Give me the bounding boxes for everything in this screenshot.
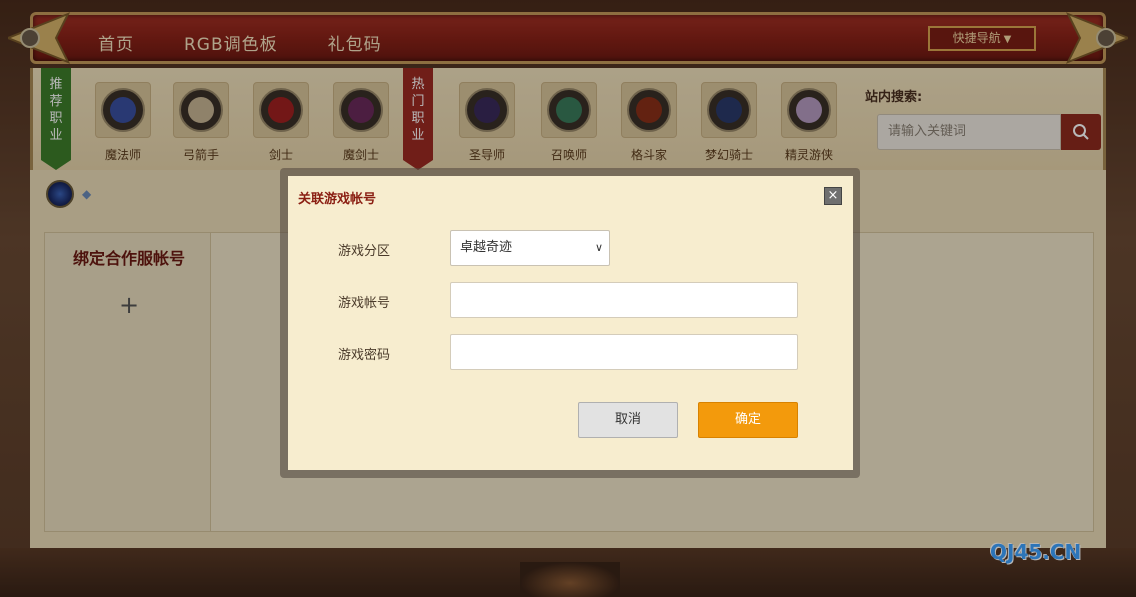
zone-select-value: 卓越奇迹	[460, 240, 513, 255]
password-input[interactable]	[450, 334, 798, 370]
zone-select[interactable]: 卓越奇迹 ∨	[450, 230, 610, 266]
zone-label: 游戏分区	[338, 244, 391, 259]
confirm-button[interactable]: 确定	[698, 402, 798, 438]
account-label: 游戏帐号	[338, 296, 391, 311]
close-icon[interactable]: ×	[824, 187, 842, 205]
cancel-button[interactable]: 取消	[578, 402, 678, 438]
account-input[interactable]	[450, 282, 798, 318]
dialog-title: 关联游戏帐号	[298, 192, 377, 207]
password-label: 游戏密码	[338, 348, 391, 363]
link-account-dialog: 关联游戏帐号 × 游戏分区 卓越奇迹 ∨ 游戏帐号 游戏密码 取消 确定	[288, 176, 853, 470]
chevron-down-icon: ∨	[594, 241, 603, 254]
